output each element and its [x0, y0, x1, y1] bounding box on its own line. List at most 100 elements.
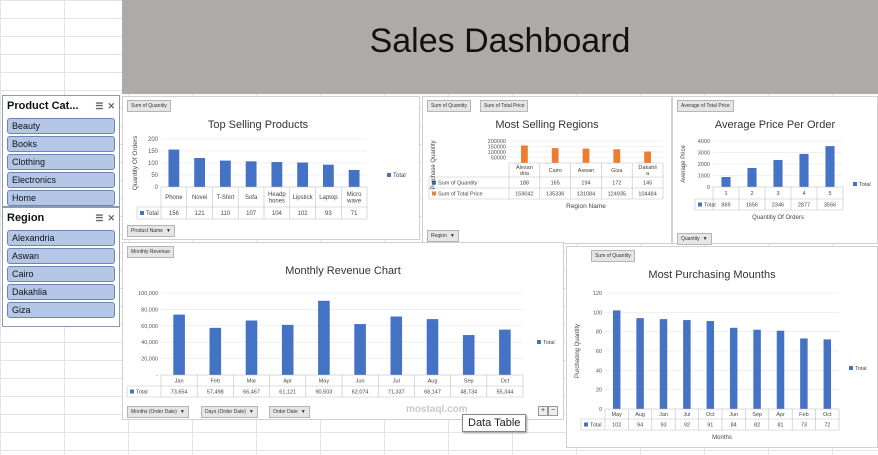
x-tick-label: Lipstick — [293, 195, 314, 201]
y-tick-label: 150000 — [488, 145, 506, 151]
data-label: 135336 — [546, 192, 564, 198]
avg-price-chart-panel[interactable]: Average of Total Price Average Price Per… — [672, 96, 878, 245]
dropdown-arrow-icon: ▼ — [165, 228, 171, 234]
slicer-item-books[interactable]: Books — [7, 136, 115, 152]
y-tick-label: 20,000 — [141, 357, 158, 363]
data-label: 194 — [581, 181, 590, 187]
slicer-item-clothing[interactable]: Clothing — [7, 154, 115, 170]
multi-select-icon[interactable]: ☰ — [95, 101, 103, 112]
data-label: 71 — [351, 211, 358, 217]
y-tick-label: 40,000 — [141, 340, 158, 346]
slicer-item-home[interactable]: Home — [7, 190, 115, 206]
slicer-header: Product Cat... ☰ ✕ — [3, 96, 119, 116]
slicer-header: Region ☰ ✕ — [3, 208, 119, 228]
y-tick-label: 0 — [707, 185, 710, 191]
field-button-sum-total-price[interactable]: Sum of Total Price — [480, 100, 529, 112]
axis-button-months[interactable]: Months (Order Date) ▼ — [127, 406, 189, 418]
slicer-item-beauty[interactable]: Beauty — [7, 118, 115, 134]
data-label: 121 — [195, 211, 206, 217]
axis-button-product-name[interactable]: Product Name ▼ — [127, 225, 175, 237]
x-tick-label: wave — [346, 198, 362, 204]
x-tick-label: Giza — [611, 168, 623, 174]
field-button-sum-quantity[interactable]: Sum of Quantity — [591, 250, 635, 262]
slicer-item-cairo[interactable]: Cairo — [7, 266, 115, 282]
slicer-item-electronics[interactable]: Electronics — [7, 172, 115, 188]
y-tick-label: 20 — [596, 388, 602, 394]
dropdown-arrow-icon: ▼ — [300, 409, 306, 415]
region-slicer: Region ☰ ✕ Alexandria Aswan Cairo Dakahlia G… — [2, 207, 120, 327]
axis-button-order-date[interactable]: Order Date ▼ — [269, 406, 310, 418]
x-tick-label: Sep — [752, 412, 762, 418]
dashboard-banner: Sales Dashboard — [122, 0, 878, 94]
table-row-label: Sum of Total Price — [438, 192, 483, 198]
table-row-label: Total — [590, 422, 602, 428]
axis-button-days[interactable]: Days (Order Date) ▼ — [201, 406, 258, 418]
x-tick-label: Apr — [776, 412, 785, 418]
x-tick-label: Feb — [799, 412, 808, 418]
clear-filter-icon[interactable]: ✕ — [107, 101, 115, 112]
bar — [799, 153, 809, 187]
legend-label: Total — [543, 340, 555, 346]
regions-chart-panel[interactable]: Sum of Quantity Sum of Total Price Most … — [422, 96, 672, 244]
legend-key-icon — [853, 182, 857, 186]
x-tick-label: Sofa — [245, 195, 258, 201]
y-tick-label: 100 — [593, 310, 602, 316]
slicer-item-giza[interactable]: Giza — [7, 302, 115, 318]
x-tick-label: Aswan — [578, 168, 595, 174]
y-tick-label: 1000 — [698, 174, 710, 180]
regions-chart: 50000100000150000200000Alexandria1881590… — [428, 139, 664, 210]
clear-filter-icon[interactable]: ✕ — [107, 213, 115, 224]
x-tick-label: T-Shirt — [217, 195, 235, 201]
bar — [582, 148, 590, 163]
x-tick-label: Jul — [683, 412, 690, 418]
field-button-sum-quantity[interactable]: Sum of Quantity — [427, 100, 471, 112]
chart-title: Most Purchasing Mounths — [648, 269, 776, 281]
table-row-label: Total — [704, 202, 716, 208]
data-label: 57,498 — [207, 389, 224, 395]
data-label: 172 — [612, 181, 621, 187]
data-label: 131084 — [577, 192, 595, 198]
bar — [194, 157, 206, 187]
y-tick-label: 0 — [599, 407, 602, 413]
bar — [800, 338, 808, 409]
bar — [318, 300, 330, 375]
field-button-average-total-price[interactable]: Average of Total Price — [677, 100, 734, 112]
bar — [659, 319, 668, 409]
x-tick-label: Jun — [729, 412, 738, 418]
y-tick-label: 2000 — [698, 162, 710, 168]
x-tick-label: 5 — [828, 191, 831, 197]
bar — [729, 327, 738, 409]
field-button-monthly-revenue[interactable]: Monthly Revenue — [127, 246, 174, 258]
data-label: 104484 — [638, 192, 656, 198]
x-tick-label: Jan — [659, 412, 668, 418]
top-products-chart-panel[interactable]: Sum of Quantity Top Selling Products 0 50… — [122, 96, 420, 240]
expand-field-icon[interactable]: + — [538, 406, 548, 416]
data-label: 82 — [754, 422, 760, 428]
multi-select-icon[interactable]: ☰ — [95, 213, 103, 224]
bar — [823, 339, 832, 409]
slicer-item-dakahlia[interactable]: Dakahlia — [7, 284, 115, 300]
axis-button-quantity[interactable]: Quantity ▼ — [677, 233, 712, 245]
slicer-item-aswan[interactable]: Aswan — [7, 248, 115, 264]
legend-key-icon — [387, 173, 391, 177]
x-tick-label: Feb — [211, 378, 220, 384]
field-button-sum-quantity[interactable]: Sum of Quantity — [127, 100, 171, 112]
bar — [322, 164, 334, 187]
bar — [245, 320, 258, 375]
collapse-field-icon[interactable]: − — [548, 406, 558, 416]
data-label: 145 — [643, 181, 652, 187]
data-label: 73 — [801, 422, 807, 428]
legend-label: Total — [859, 182, 871, 188]
data-label: 188 — [520, 181, 529, 187]
data-label: 81 — [777, 422, 783, 428]
bar — [281, 324, 294, 375]
axis-button-region[interactable]: Region ▼ — [427, 230, 459, 242]
y-tick-label: 120 — [593, 291, 602, 297]
bar — [390, 316, 403, 375]
x-tick-label: Oct — [501, 378, 510, 384]
data-label: 3556 — [824, 202, 836, 208]
slicer-item-alexandria[interactable]: Alexandria — [7, 230, 115, 246]
monthly-revenue-chart-panel[interactable]: Monthly Revenue Monthly Revenue Chart - 2… — [122, 242, 564, 420]
dropdown-arrow-icon: ▼ — [702, 236, 708, 242]
purchasing-months-chart-panel[interactable]: Sum of Quantity Most Purchasing Mounths … — [566, 246, 878, 448]
